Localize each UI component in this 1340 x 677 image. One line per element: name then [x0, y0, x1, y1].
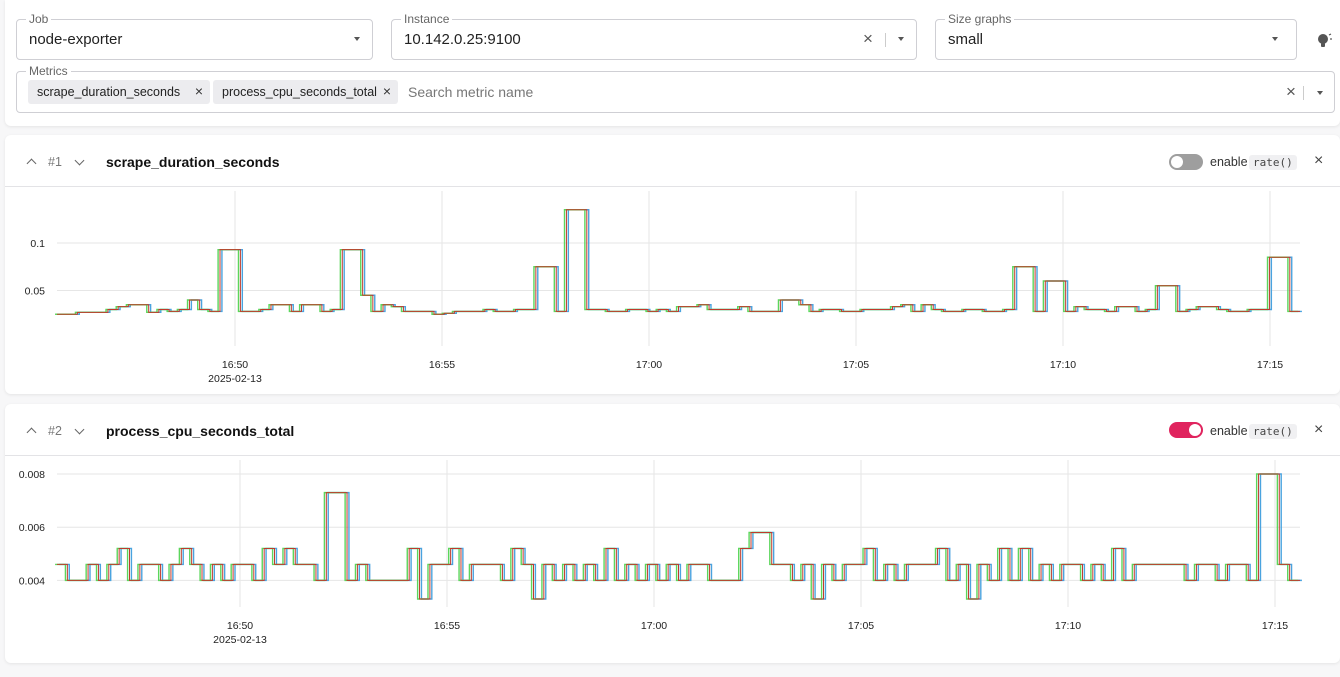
x-tick-label: 17:00	[636, 359, 662, 371]
chevron-down-icon[interactable]	[1272, 37, 1278, 41]
metric-chip-scrape-duration[interactable]: scrape_duration_seconds ×	[28, 80, 210, 104]
size-graphs-select[interactable]: Size graphs small	[935, 13, 1297, 60]
lightbulb-icon[interactable]	[1315, 32, 1333, 50]
chart-process-cpu: 0.008 0.006 0.004 16:50 16:55 17:00 17:05 17:10…	[19, 460, 1302, 646]
x-date-label: 2025-02-13	[213, 634, 267, 646]
y-tick-label: 0.1	[30, 238, 45, 250]
panel-title: scrape_duration_seconds	[106, 154, 280, 170]
instance-label: Instance	[404, 12, 450, 26]
instance-select[interactable]: Instance 10.142.0.25:9100 ×	[391, 13, 917, 60]
panel-title: process_cpu_seconds_total	[106, 423, 295, 439]
series-line	[55, 209, 1299, 315]
job-value: node-exporter	[29, 31, 123, 48]
y-tick-label: 0.05	[25, 286, 46, 298]
move-down-icon[interactable]	[74, 155, 85, 166]
panel-index: #1	[48, 155, 62, 169]
metric-search-input[interactable]: Search metric name	[408, 84, 533, 100]
panel-index: #2	[48, 424, 62, 438]
series-line	[58, 209, 1302, 315]
x-tick-label: 17:10	[1050, 359, 1076, 371]
filter-bar: Job node-exporter Instance 10.142.0.25:9…	[5, 0, 1340, 126]
remove-icon[interactable]: ×	[383, 83, 391, 99]
x-tick-label: 17:15	[1257, 359, 1283, 371]
panel-header: #1 scrape_duration_seconds enable rate()…	[5, 135, 1340, 187]
x-tick-label: 17:00	[641, 620, 667, 632]
panel-header: #2 process_cpu_seconds_total enable rate…	[5, 404, 1340, 456]
divider	[885, 33, 886, 47]
metric-chip-process-cpu[interactable]: process_cpu_seconds_total ×	[213, 80, 398, 104]
x-tick-label: 17:10	[1055, 620, 1081, 632]
rate-code: rate()	[1249, 424, 1297, 439]
rate-code: rate()	[1249, 155, 1297, 170]
chart-scrape-duration: 0.1 0.05 16:50 16:55 17:00 17:05 17:10 17:15 202…	[25, 191, 1302, 385]
size-graphs-label: Size graphs	[948, 12, 1012, 26]
x-tick-label: 16:55	[434, 620, 460, 632]
enable-label: enable	[1210, 424, 1248, 438]
job-select[interactable]: Job node-exporter	[16, 13, 373, 60]
chip-label: scrape_duration_seconds	[37, 85, 181, 99]
instance-value: 10.142.0.25:9100	[404, 31, 521, 48]
rate-toggle[interactable]	[1169, 154, 1203, 170]
x-tick-label: 16:50	[227, 620, 253, 632]
x-tick-label: 16:50	[222, 359, 248, 371]
chevron-down-icon[interactable]	[898, 37, 904, 41]
job-label: Job	[29, 12, 49, 26]
y-tick-label: 0.004	[19, 575, 45, 587]
series-line	[57, 209, 1300, 315]
metrics-select[interactable]: Metrics scrape_duration_seconds × proces…	[16, 65, 1335, 113]
toggle-knob	[1189, 424, 1201, 436]
move-down-icon[interactable]	[74, 424, 85, 435]
chevron-down-icon[interactable]	[354, 37, 360, 41]
close-icon[interactable]: ×	[1314, 421, 1323, 439]
enable-label: enable	[1210, 155, 1248, 169]
graph-panel-2: #2 process_cpu_seconds_total enable rate…	[5, 404, 1340, 663]
size-graphs-value: small	[948, 31, 984, 48]
move-up-icon[interactable]	[26, 427, 37, 438]
x-tick-label: 17:15	[1262, 620, 1288, 632]
toggle-knob	[1171, 156, 1183, 168]
x-tick-label: 17:05	[848, 620, 874, 632]
graph-panel-1: #1 scrape_duration_seconds enable rate()…	[5, 135, 1340, 394]
clear-icon[interactable]: ×	[1286, 83, 1296, 100]
x-tick-label: 17:05	[843, 359, 869, 371]
x-tick-label: 16:55	[429, 359, 455, 371]
chip-label: process_cpu_seconds_total	[222, 85, 377, 99]
metrics-label: Metrics	[29, 64, 68, 78]
rate-toggle[interactable]	[1169, 422, 1203, 438]
y-tick-label: 0.006	[19, 522, 45, 534]
y-tick-label: 0.008	[19, 469, 45, 481]
close-icon[interactable]: ×	[1314, 152, 1323, 170]
clear-icon[interactable]: ×	[863, 30, 873, 47]
remove-icon[interactable]: ×	[195, 83, 203, 99]
divider	[1303, 86, 1304, 100]
move-up-icon[interactable]	[26, 158, 37, 169]
x-date-label: 2025-02-13	[208, 373, 262, 385]
chevron-down-icon[interactable]	[1317, 91, 1323, 95]
